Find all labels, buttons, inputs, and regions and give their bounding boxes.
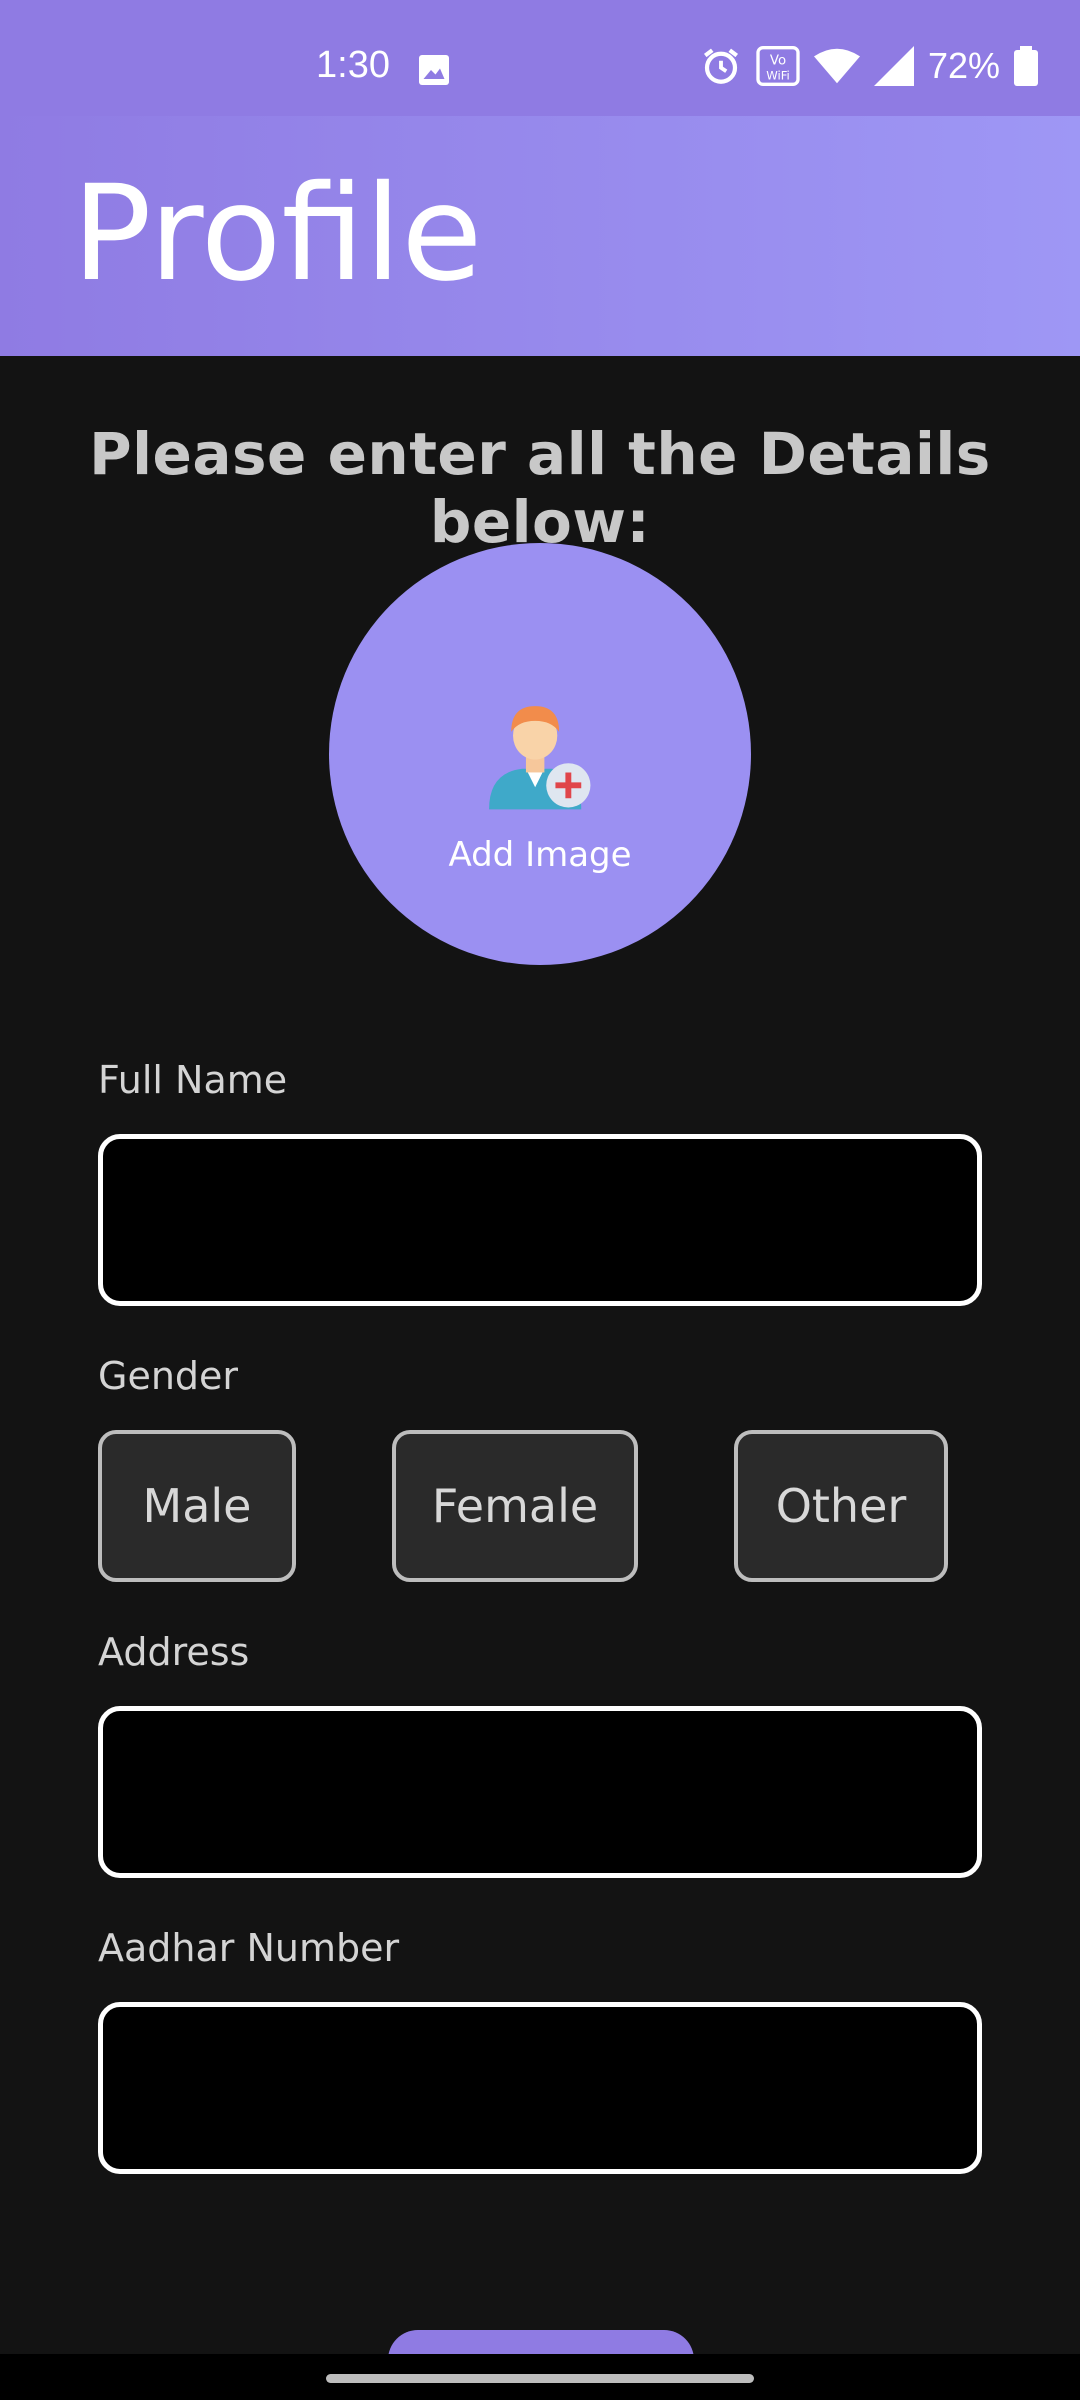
aadhar-number-input[interactable] — [98, 2002, 982, 2174]
vowifi-icon: Vo WiFi — [756, 46, 800, 86]
app-bar: Profile — [0, 116, 1080, 356]
address-label: Address — [98, 1630, 250, 1674]
aadhar-number-label: Aadhar Number — [98, 1926, 400, 1970]
add-image-label: Add Image — [448, 835, 632, 875]
status-bar: 1:30 Vo WiFi 72% — [0, 0, 1080, 116]
battery-icon — [1014, 46, 1038, 86]
gesture-handle[interactable] — [326, 2374, 754, 2383]
wifi-icon — [813, 48, 860, 84]
battery-percent: 72% — [927, 45, 1000, 86]
image-icon — [419, 55, 449, 85]
gender-female-button[interactable]: Female — [392, 1430, 638, 1582]
signal-icon — [873, 46, 914, 86]
address-input[interactable] — [98, 1706, 982, 1878]
gender-male-button[interactable]: Male — [98, 1430, 296, 1582]
add-user-icon — [489, 706, 591, 810]
status-time: 1:30 — [316, 44, 390, 86]
navigation-bar — [0, 2354, 1080, 2400]
page-title: Profile — [72, 157, 483, 311]
form-instruction: Please enter all the Details below: — [89, 420, 991, 556]
full-name-input[interactable] — [98, 1134, 982, 1306]
status-icons: Vo WiFi 72% — [700, 42, 1038, 90]
add-image-button[interactable]: Add Image — [329, 543, 751, 965]
full-name-label: Full Name — [98, 1058, 288, 1102]
svg-text:WiFi: WiFi — [766, 68, 790, 82]
gender-other-button[interactable]: Other — [734, 1430, 948, 1582]
gender-label: Gender — [98, 1354, 239, 1398]
svg-text:Vo: Vo — [770, 53, 786, 68]
alarm-icon — [703, 48, 738, 84]
